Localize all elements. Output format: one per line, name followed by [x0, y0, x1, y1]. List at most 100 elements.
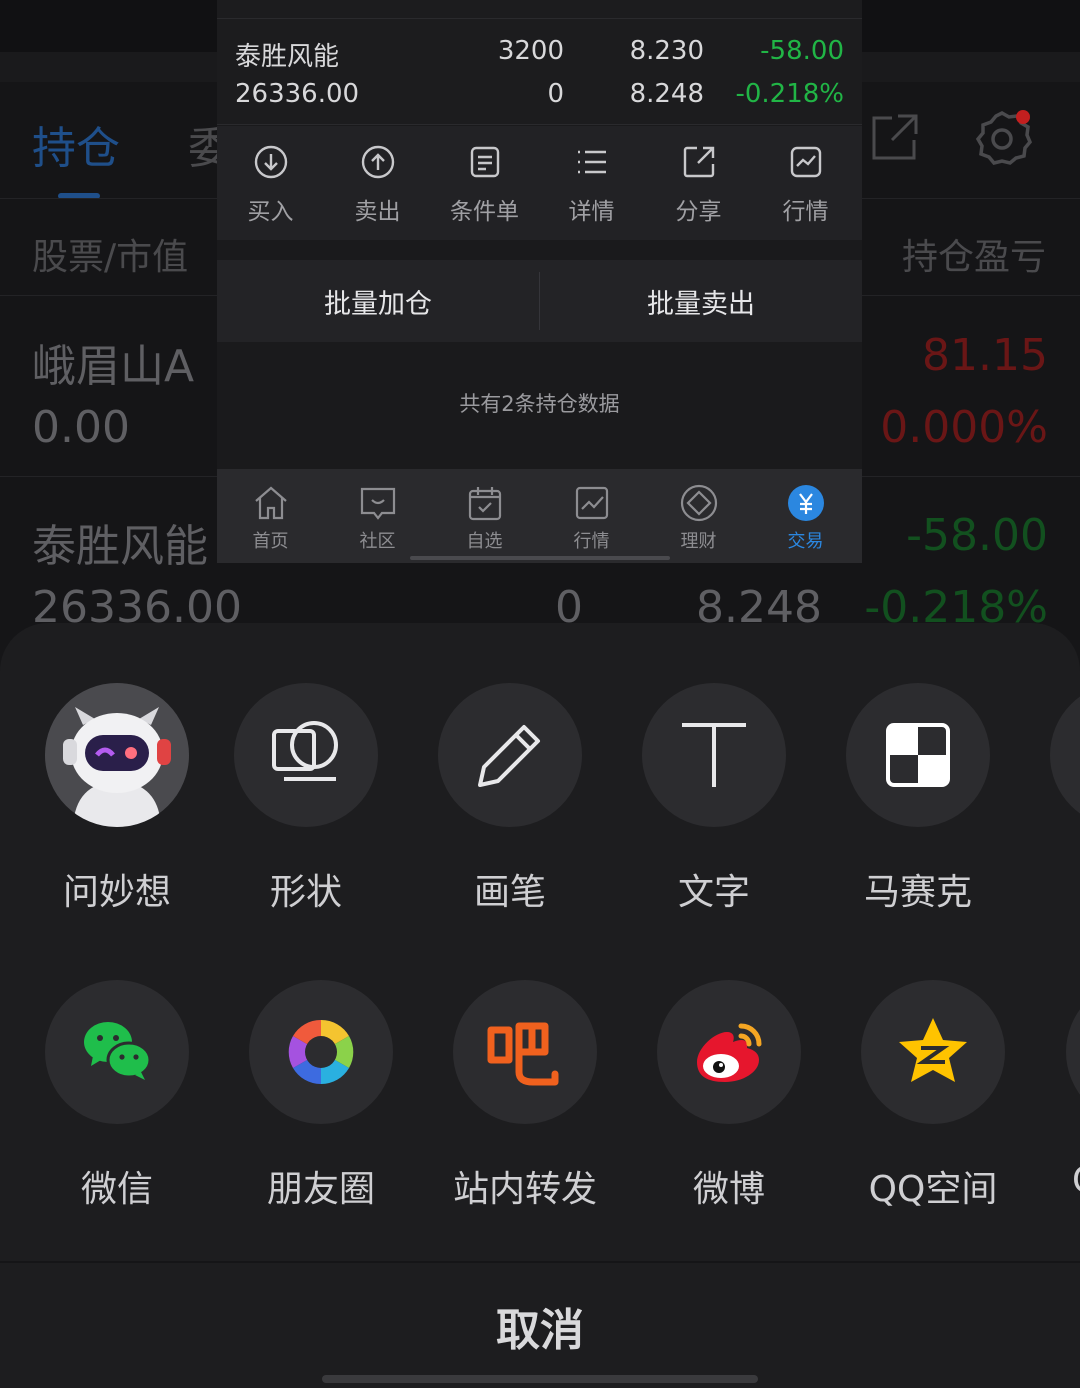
cancel-button[interactable]: 取消 [0, 1263, 1080, 1388]
chart-icon [790, 146, 821, 178]
stock-pnl-pct: -0.218% [735, 79, 844, 109]
robot-mascot-icon [45, 683, 189, 827]
qzone-icon [861, 980, 1005, 1124]
column-header-pnl: 持仓盈亏 [901, 237, 1046, 278]
wealth-icon [680, 484, 717, 522]
mosaic-tool-button[interactable]: 马赛克 [818, 683, 1018, 915]
list-icon [577, 150, 606, 174]
market-icon [575, 486, 608, 520]
wechat-icon [45, 980, 189, 1124]
stock-name: 泰胜风能 [235, 42, 340, 72]
nav-wealth[interactable]: 理财 [645, 469, 752, 563]
sell-label: 卖出 [354, 199, 401, 225]
share-forward-button[interactable]: 站内转发 [425, 980, 625, 1212]
ask-ai-label: 问妙想 [62, 872, 171, 913]
stock-price: 8.230 [629, 36, 704, 66]
text-tool-button[interactable]: 文字 [614, 683, 814, 915]
screenshot-preview-card: 泰胜风能 3200 8.230 -58.00 26336.00 0 8.248 … [217, 0, 862, 563]
stock-available-qty: 0 [547, 79, 564, 109]
mosaic-icon [846, 683, 990, 827]
nav-community-label: 社区 [359, 531, 396, 552]
share-qzone-button[interactable]: QQ空间 [833, 980, 1033, 1212]
buy-arrow-down-icon [254, 145, 287, 179]
row1-stock-name[interactable]: 峨眉山A [32, 330, 194, 394]
buy-button[interactable]: 买入 [217, 126, 324, 240]
conditional-order-button[interactable]: 条件单 [431, 126, 538, 240]
share-more-button[interactable] [1066, 980, 1080, 1124]
share-weibo-label: 微博 [692, 1169, 765, 1210]
sell-button[interactable]: 卖出 [324, 126, 431, 240]
nav-watchlist-label: 自选 [466, 531, 503, 552]
forward-ba-icon [453, 980, 597, 1124]
weibo-icon [657, 980, 801, 1124]
share-wechat-button[interactable]: 微信 [17, 980, 217, 1212]
divider [217, 18, 862, 19]
bottom-navigation: 首页 社区 自选 行情 理财 交易 [217, 469, 862, 563]
nav-watchlist[interactable]: 自选 [431, 469, 538, 563]
text-icon [642, 683, 786, 827]
shape-icon [234, 683, 378, 827]
row1-pnl-pct: 0.000% [880, 402, 1048, 453]
position-row[interactable]: 泰胜风能 3200 8.230 -58.00 26336.00 0 8.248 … [217, 0, 862, 125]
home-indicator [322, 1375, 758, 1383]
share-qzone-label: QQ空间 [868, 1169, 998, 1210]
more-tool-button[interactable] [1050, 683, 1080, 827]
community-icon [360, 487, 395, 520]
batch-actions: 批量加仓 批量卖出 [217, 260, 862, 342]
details-button[interactable]: 详情 [538, 126, 645, 240]
text-tool-label: 文字 [677, 872, 750, 913]
row2-pnl: -58.00 [906, 510, 1048, 561]
shape-tool-button[interactable]: 形状 [206, 683, 406, 915]
share-icon[interactable] [870, 112, 920, 162]
sell-arrow-up-icon [361, 145, 394, 179]
share-moments-label: 朋友圈 [266, 1169, 375, 1210]
nav-market-label: 行情 [573, 531, 610, 552]
market-button[interactable]: 行情 [752, 126, 859, 240]
home-indicator [410, 556, 670, 560]
nav-trade-label: 交易 [787, 531, 824, 552]
stock-cost-price: 8.248 [629, 79, 704, 109]
nav-market[interactable]: 行情 [538, 469, 645, 563]
conditional-order-label: 条件单 [450, 199, 519, 225]
share-wechat-label: 微信 [80, 1169, 153, 1210]
row2-stock-name[interactable]: 泰胜风能 [32, 510, 208, 574]
stock-qty: 3200 [497, 36, 564, 66]
position-actions: 买入 卖出 条件单 详情 分享 行情 [217, 126, 862, 240]
stock-market-value: 26336.00 [235, 79, 360, 109]
share-forward-label: 站内转发 [452, 1169, 597, 1210]
market-label: 行情 [782, 199, 829, 225]
home-icon [254, 486, 287, 520]
notification-dot [1016, 110, 1030, 124]
batch-add-button[interactable]: 批量加仓 [217, 260, 539, 342]
pen-tool-label: 画笔 [473, 872, 546, 913]
share-weibo-button[interactable]: 微博 [629, 980, 829, 1212]
share-more-label: Q [1072, 1160, 1080, 1201]
share-icon [683, 146, 714, 178]
pen-tool-button[interactable]: 画笔 [410, 683, 610, 915]
nav-trade[interactable]: 交易 [752, 469, 859, 563]
ask-ai-button[interactable]: 问妙想 [17, 683, 217, 915]
mosaic-tool-label: 马赛克 [863, 872, 972, 913]
conditional-order-icon [470, 146, 499, 178]
nav-home-label: 首页 [252, 531, 289, 552]
row1-pnl: 81.15 [922, 330, 1048, 381]
nav-community[interactable]: 社区 [324, 469, 431, 563]
share-moments-button[interactable]: 朋友圈 [221, 980, 421, 1212]
moments-icon [249, 980, 393, 1124]
nav-wealth-label: 理财 [680, 531, 717, 552]
tab-positions[interactable]: 持仓 [32, 112, 120, 176]
stock-pnl: -58.00 [760, 36, 844, 66]
row1-value: 0.00 [32, 402, 130, 453]
shape-tool-label: 形状 [269, 872, 342, 913]
share-sheet: 问妙想 形状 画笔 文字 马赛克 微信 朋友圈 站内转发 微博 QQ空间 取消 [0, 623, 1080, 1388]
nav-home[interactable]: 首页 [217, 469, 324, 563]
pen-icon [438, 683, 582, 827]
share-button[interactable]: 分享 [645, 126, 752, 240]
batch-sell-button[interactable]: 批量卖出 [540, 260, 862, 342]
column-header-stock: 股票/市值 [32, 237, 189, 278]
trade-yen-icon [787, 485, 824, 521]
buy-label: 买入 [247, 199, 294, 225]
positions-count-text: 共有2条持仓数据 [459, 392, 620, 416]
details-label: 详情 [568, 199, 615, 225]
watchlist-icon [468, 487, 501, 521]
